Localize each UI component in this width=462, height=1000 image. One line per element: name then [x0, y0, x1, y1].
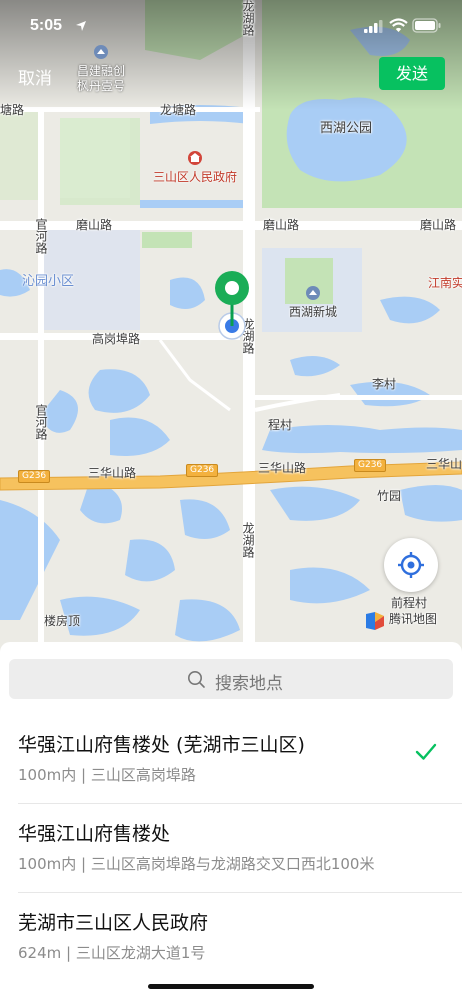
park-marker-icon: [306, 286, 320, 300]
status-bar: 5:05: [0, 0, 462, 54]
locate-button[interactable]: [384, 538, 438, 592]
poi-label: 昌建融创 枫丹壹号: [76, 64, 125, 93]
tencent-map-label: 腾讯地图: [389, 612, 438, 626]
road-label: 龙塘路: [0, 103, 25, 117]
check-icon: [415, 743, 437, 760]
divider: [18, 892, 462, 893]
wifi-icon: [389, 18, 408, 32]
result-subtitle: 100m内 | 三山区高岗埠路: [18, 766, 196, 784]
road-label: 三华山路: [88, 466, 137, 480]
area-label: 沁园小区: [22, 274, 75, 289]
area-label: 江南实: [428, 276, 462, 290]
signal-icon: [364, 20, 383, 33]
road-label: 高岗埠路: [92, 332, 141, 346]
road-label: 磨山路: [263, 218, 300, 232]
highway-shield: G236: [186, 464, 219, 477]
poi-label: 三山区人民政府: [152, 170, 237, 184]
result-item[interactable]: 华强江山府售楼处 100m内 | 三山区高岗埠路与龙湖路交叉口西北100米: [0, 805, 462, 893]
highway-shield: G236: [354, 459, 387, 472]
locate-icon: [398, 552, 424, 578]
search-input[interactable]: 搜索地点: [9, 659, 453, 699]
road-label: 官河路: [34, 218, 48, 254]
battery-icon: [412, 18, 441, 33]
road-label: 磨山路: [76, 218, 113, 232]
map-pin-icon: [215, 271, 249, 340]
result-item[interactable]: 芜湖市三山区人民政府 624m | 三山区龙湖大道1号: [0, 894, 462, 982]
road-label: 磨山路: [420, 218, 457, 232]
poi-label: 西湖新城: [288, 305, 337, 319]
poi-xihu-xincheng[interactable]: 西湖新城: [281, 285, 345, 320]
result-item[interactable]: 华强江山府售楼处 (芜湖市三山区) 100m内 | 三山区高岗埠路: [0, 716, 462, 804]
road-label: 龙湖路: [241, 522, 255, 558]
home-indicator: [148, 984, 314, 989]
area-label: 前程村: [391, 596, 428, 610]
poi-gov[interactable]: 三山区人民政府: [143, 150, 247, 185]
area-label: 程村: [268, 418, 293, 432]
road-label: 三华山: [426, 457, 462, 471]
tencent-logo-icon: [366, 612, 384, 630]
road-label: 龙塘路: [160, 103, 197, 117]
send-button[interactable]: 发送: [379, 57, 445, 90]
highway-shield: G236: [18, 470, 51, 483]
area-label: 楼房顶: [44, 614, 81, 628]
result-title: 华强江山府售楼处: [18, 823, 171, 845]
result-subtitle: 624m | 三山区龙湖大道1号: [18, 944, 206, 962]
area-label: 竹园: [377, 489, 402, 503]
map-view[interactable]: 龙湖路 龙湖路 龙湖路 龙塘路 龙塘路 磨山路 磨山路 磨山路 官河路 官河路 …: [0, 0, 462, 660]
result-title: 芜湖市三山区人民政府: [18, 912, 209, 934]
road-label: 官河路: [34, 404, 48, 440]
road-label: 三华山路: [258, 461, 307, 475]
result-title: 华强江山府售楼处 (芜湖市三山区): [18, 734, 305, 756]
area-label: 西湖公园: [320, 121, 373, 136]
area-label: 李村: [372, 377, 397, 391]
location-arrow-icon: [76, 21, 86, 31]
cancel-button[interactable]: 取消: [18, 64, 52, 89]
gov-marker-icon: [188, 151, 202, 165]
search-placeholder: 搜索地点: [215, 674, 283, 694]
status-time: 5:05: [30, 17, 63, 34]
results-panel: 搜索地点 华强江山府售楼处 (芜湖市三山区) 100m内 | 三山区高岗埠路 华…: [0, 642, 462, 1000]
result-subtitle: 100m内 | 三山区高岗埠路与龙湖路交叉口西北100米: [18, 855, 375, 873]
search-icon: [188, 671, 205, 688]
divider: [18, 803, 462, 804]
